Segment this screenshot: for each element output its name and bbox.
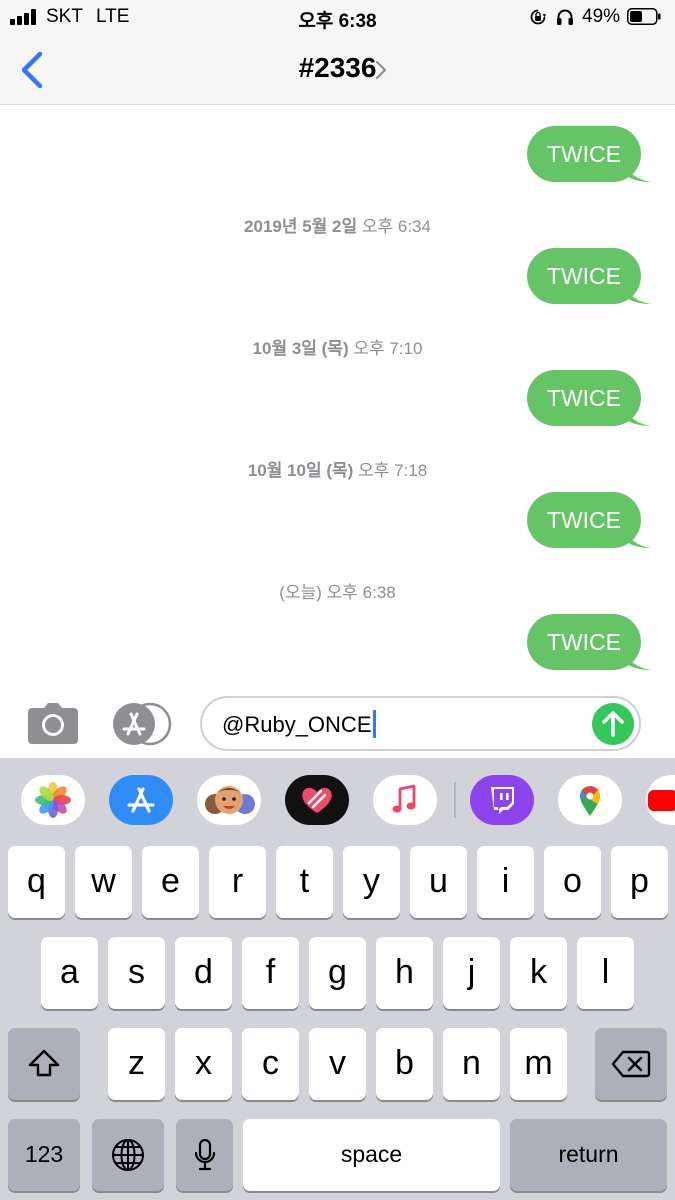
bubble-tail: [625, 160, 651, 182]
key-a[interactable]: a: [41, 937, 98, 1009]
bubble-tail: [625, 526, 651, 548]
key-p[interactable]: p: [611, 846, 668, 918]
shift-icon: [28, 1049, 60, 1077]
message-bubble[interactable]: TWICE: [526, 126, 641, 182]
key-c[interactable]: c: [242, 1028, 299, 1100]
rotation-lock-icon: [530, 9, 546, 25]
message-input[interactable]: @Ruby_ONCE: [200, 696, 641, 751]
message-bubble[interactable]: TWICE: [526, 614, 641, 670]
bubble-tail: [625, 282, 651, 304]
key-l[interactable]: l: [577, 937, 634, 1009]
bubble-tail: [625, 404, 651, 426]
conversation[interactable]: TWICE 2019년 5월 2일 오후 6:34 TWICE 10월 3일 (…: [0, 105, 675, 690]
key-x[interactable]: x: [175, 1028, 232, 1100]
app-store-icon[interactable]: [109, 775, 173, 825]
memoji-icon[interactable]: [197, 775, 261, 825]
mic-key[interactable]: [176, 1119, 233, 1191]
return-key[interactable]: return: [510, 1119, 667, 1191]
drawer-divider: [454, 782, 456, 818]
message-bubble[interactable]: TWICE: [526, 492, 641, 548]
key-w[interactable]: w: [75, 846, 132, 918]
key-b[interactable]: b: [376, 1028, 433, 1100]
key-o[interactable]: o: [544, 846, 601, 918]
shift-key[interactable]: [8, 1028, 80, 1100]
youtube-icon[interactable]: [646, 775, 675, 825]
chevron-right-icon[interactable]: [372, 58, 390, 82]
timestamp: 10월 3일 (목) 오후 7:10: [252, 339, 423, 358]
google-maps-icon[interactable]: [558, 775, 622, 825]
arrow-up-icon[interactable]: [592, 703, 634, 745]
timestamp: 10월 10일 (목) 오후 7:18: [247, 461, 428, 480]
key-f[interactable]: f: [242, 937, 299, 1009]
status-bar: SKT LTE 오후 6:38 49%: [0, 0, 675, 34]
camera-icon[interactable]: [26, 702, 80, 746]
globe-icon: [112, 1139, 144, 1171]
message-bubble[interactable]: TWICE: [526, 248, 641, 304]
microphone-icon: [194, 1138, 215, 1171]
key-s[interactable]: s: [108, 937, 165, 1009]
app-drawer: [0, 758, 675, 842]
key-k[interactable]: k: [510, 937, 567, 1009]
key-j[interactable]: j: [443, 937, 500, 1009]
headphones-icon: [557, 9, 573, 25]
text-caret: [372, 710, 376, 738]
key-t[interactable]: t: [276, 846, 333, 918]
key-i[interactable]: i: [477, 846, 534, 918]
key-q[interactable]: q: [8, 846, 65, 918]
key-y[interactable]: y: [343, 846, 400, 918]
timestamp: 2019년 5월 2일 오후 6:34: [244, 217, 431, 236]
key-u[interactable]: u: [410, 846, 467, 918]
delete-icon: [611, 1050, 651, 1078]
key-d[interactable]: d: [175, 937, 232, 1009]
key-z[interactable]: z: [108, 1028, 165, 1100]
message-bubble[interactable]: TWICE: [526, 370, 641, 426]
music-icon[interactable]: [373, 775, 437, 825]
digital-touch-icon[interactable]: [285, 775, 349, 825]
numbers-key[interactable]: 123: [8, 1119, 80, 1191]
space-key[interactable]: space: [243, 1119, 500, 1191]
photos-icon[interactable]: [21, 775, 85, 825]
delete-key[interactable]: [595, 1028, 667, 1100]
message-input-value: @Ruby_ONCE: [222, 712, 372, 737]
compose-bar: @Ruby_ONCE: [0, 690, 675, 758]
key-e[interactable]: e: [142, 846, 199, 918]
globe-key[interactable]: [92, 1119, 164, 1191]
key-n[interactable]: n: [443, 1028, 500, 1100]
keyboard: q w e r t y u i o p a s d f g h j k l z …: [0, 842, 675, 1200]
timestamp: (오늘) 오후 6:38: [279, 583, 396, 602]
message-input-text: @Ruby_ONCE: [222, 710, 376, 738]
twitch-icon[interactable]: [470, 775, 534, 825]
bubble-tail: [625, 648, 651, 670]
nav-bar: #2336: [0, 34, 675, 105]
key-g[interactable]: g: [309, 937, 366, 1009]
key-r[interactable]: r: [209, 846, 266, 918]
battery-icon: [627, 8, 661, 25]
battery-percent: 49%: [582, 6, 621, 27]
key-m[interactable]: m: [510, 1028, 567, 1100]
conversation-title[interactable]: #2336: [0, 52, 675, 84]
key-h[interactable]: h: [376, 937, 433, 1009]
app-store-icon[interactable]: [112, 702, 174, 746]
key-v[interactable]: v: [309, 1028, 366, 1100]
